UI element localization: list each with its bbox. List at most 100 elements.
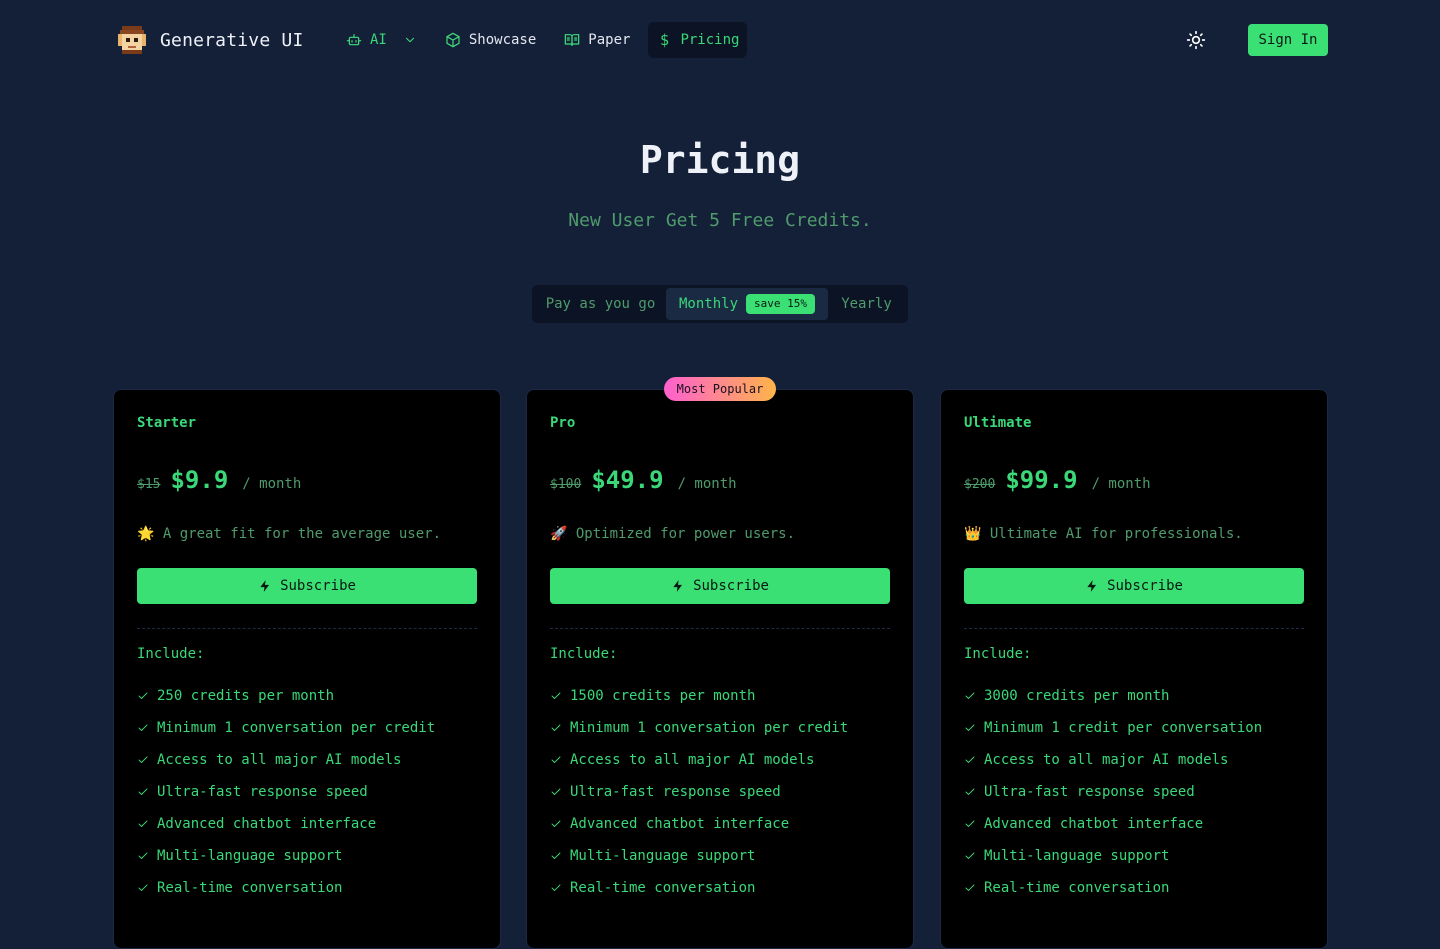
- subscribe-button[interactable]: Subscribe: [550, 568, 890, 604]
- divider: [137, 628, 477, 629]
- feature-item: Ultra-fast response speed: [964, 776, 1262, 808]
- main-nav: AI Showcase Paper $ Pricing: [336, 22, 748, 58]
- feature-text: Access to all major AI models: [570, 752, 815, 768]
- feature-text: Minimum 1 conversation per credit: [570, 720, 849, 736]
- theme-toggle[interactable]: [1184, 28, 1208, 52]
- plan-card-ultimate: Ultimate $200 $99.9 / month 👑 Ultimate A…: [940, 389, 1328, 949]
- nav-item-paper[interactable]: Paper: [554, 22, 640, 58]
- feature-text: Multi-language support: [570, 848, 756, 864]
- billing-option-pay-as-you-go[interactable]: Pay as you go: [535, 288, 666, 320]
- subscribe-button[interactable]: Subscribe: [137, 568, 477, 604]
- feature-item: Minimum 1 conversation per credit: [550, 712, 848, 744]
- feature-item: Advanced chatbot interface: [964, 808, 1262, 840]
- feature-item: Real-time conversation: [137, 872, 435, 904]
- lightning-icon: [1087, 580, 1097, 592]
- plan-card-starter: Starter $15 $9.9 / month 🌟 A great fit f…: [113, 389, 501, 949]
- feature-item: Access to all major AI models: [964, 744, 1262, 776]
- price-row: $100 $49.9 / month: [550, 466, 737, 494]
- include-label: Include:: [964, 646, 1032, 662]
- feature-text: Multi-language support: [984, 848, 1170, 864]
- old-price: $100: [550, 477, 582, 492]
- check-icon: [138, 788, 148, 795]
- feature-text: Advanced chatbot interface: [570, 816, 790, 832]
- price-row: $200 $99.9 / month: [964, 466, 1151, 494]
- current-price: $9.9: [170, 466, 229, 494]
- feature-item: 250 credits per month: [137, 680, 435, 712]
- feature-item: Multi-language support: [964, 840, 1262, 872]
- feature-list: 1500 credits per month Minimum 1 convers…: [550, 680, 848, 904]
- feature-item: Ultra-fast response speed: [550, 776, 848, 808]
- feature-text: Access to all major AI models: [984, 752, 1229, 768]
- nav-item-showcase[interactable]: Showcase: [435, 22, 546, 58]
- feature-item: Multi-language support: [550, 840, 848, 872]
- feature-item: Minimum 1 conversation per credit: [137, 712, 435, 744]
- plan-name: Starter: [137, 415, 197, 431]
- plan-card-pro: Pro $100 $49.9 / month 🚀 Optimized for p…: [526, 389, 914, 949]
- nav-item-pricing[interactable]: $ Pricing: [648, 22, 748, 58]
- page-title: Pricing: [639, 138, 801, 182]
- feature-text: 1500 credits per month: [570, 688, 756, 704]
- plan-tagline: 🚀 Optimized for power users.: [550, 526, 796, 542]
- feature-item: 1500 credits per month: [550, 680, 848, 712]
- price-period: / month: [242, 476, 302, 492]
- feature-item: Advanced chatbot interface: [137, 808, 435, 840]
- check-icon: [138, 692, 148, 699]
- price-period: / month: [677, 476, 737, 492]
- feature-text: Ultra-fast response speed: [570, 784, 781, 800]
- book-icon: [565, 34, 580, 46]
- current-price: $99.9: [1005, 466, 1078, 494]
- subscribe-button[interactable]: Subscribe: [964, 568, 1304, 604]
- nav-item-ai[interactable]: AI: [336, 22, 427, 58]
- brand[interactable]: Generative UI: [116, 24, 303, 56]
- nav-label-ai: AI: [370, 32, 387, 48]
- billing-option-yearly[interactable]: Yearly: [828, 288, 905, 320]
- current-price: $49.9: [591, 466, 664, 494]
- page-subtitle: New User Get 5 Free Credits.: [568, 210, 872, 231]
- check-icon: [965, 788, 975, 795]
- check-icon: [138, 724, 148, 731]
- check-icon: [138, 884, 148, 891]
- subscribe-label: Subscribe: [280, 578, 356, 594]
- sign-in-button[interactable]: Sign In: [1248, 24, 1328, 56]
- old-price: $200: [964, 477, 996, 492]
- feature-text: Real-time conversation: [157, 880, 343, 896]
- subscribe-label: Subscribe: [1107, 578, 1183, 594]
- feature-item: Access to all major AI models: [137, 744, 435, 776]
- sun-icon: [1186, 30, 1206, 50]
- check-icon: [551, 692, 561, 699]
- old-price: $15: [137, 477, 161, 492]
- plan-tagline: 👑 Ultimate AI for professionals.: [964, 526, 1243, 542]
- include-label: Include:: [137, 646, 205, 662]
- feature-text: Ultra-fast response speed: [157, 784, 368, 800]
- check-icon: [965, 884, 975, 891]
- divider: [964, 628, 1304, 629]
- feature-list: 250 credits per month Minimum 1 conversa…: [137, 680, 435, 904]
- feature-text: Ultra-fast response speed: [984, 784, 1195, 800]
- nav-label-paper: Paper: [588, 32, 631, 48]
- check-icon: [551, 884, 561, 891]
- dollar-icon: $: [659, 31, 669, 49]
- billing-option-monthly[interactable]: Monthly save 15%: [666, 288, 828, 320]
- feature-item: Real-time conversation: [550, 872, 848, 904]
- check-icon: [965, 852, 975, 859]
- feature-text: 250 credits per month: [157, 688, 335, 704]
- check-icon: [551, 788, 561, 795]
- most-popular-badge: Most Popular: [664, 377, 776, 401]
- feature-item: Real-time conversation: [964, 872, 1262, 904]
- feature-item: Advanced chatbot interface: [550, 808, 848, 840]
- feature-text: Advanced chatbot interface: [984, 816, 1204, 832]
- feature-text: Real-time conversation: [984, 880, 1170, 896]
- price-row: $15 $9.9 / month: [137, 466, 301, 494]
- cube-icon: [446, 32, 460, 48]
- feature-text: Minimum 1 conversation per credit: [157, 720, 436, 736]
- check-icon: [551, 820, 561, 827]
- check-icon: [551, 724, 561, 731]
- billing-option-label: Pay as you go: [545, 296, 656, 312]
- billing-toggle: Pay as you go Monthly save 15% Yearly: [532, 285, 908, 323]
- check-icon: [965, 692, 975, 699]
- feature-item: Access to all major AI models: [550, 744, 848, 776]
- nav-label-showcase: Showcase: [468, 32, 537, 48]
- feature-text: Advanced chatbot interface: [157, 816, 377, 832]
- feature-text: Real-time conversation: [570, 880, 756, 896]
- plan-name: Ultimate: [964, 415, 1032, 431]
